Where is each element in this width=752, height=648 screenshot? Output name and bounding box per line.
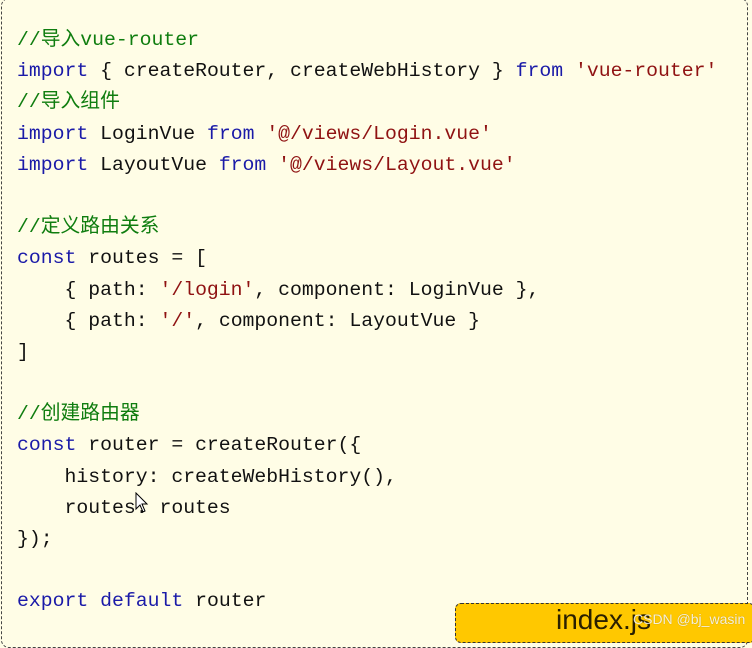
code-line: { path: '/login', component: LoginVue }, — [17, 275, 717, 306]
code-string: '@/views/Login.vue' — [266, 122, 492, 145]
code-keyword: export — [17, 590, 89, 613]
code-string: 'vue-router' — [574, 60, 718, 83]
code-string: '/login' — [159, 278, 255, 301]
code-keyword: default — [100, 590, 184, 613]
mouse-pointer-icon — [135, 492, 149, 513]
code-comment: //导入组件 — [17, 91, 120, 114]
code-keyword: const — [17, 434, 77, 457]
code-text: { path: — [17, 309, 160, 332]
code-line: const router = createRouter({ — [17, 430, 717, 461]
code-keyword: import — [17, 153, 89, 176]
code-keyword: from — [515, 60, 564, 83]
code-text: { createRouter, createWebHistory } — [88, 60, 516, 83]
code-line: import LayoutVue from '@/views/Layout.vu… — [17, 150, 717, 181]
code-text: router — [183, 590, 267, 613]
code-line: history: createWebHistory(), — [17, 462, 717, 493]
code-line: ] — [17, 337, 717, 368]
code-text: LayoutVue — [88, 153, 219, 176]
code-line: const routes = [ — [17, 243, 717, 274]
code-text: { path: — [17, 278, 160, 301]
code-line: //定义路由关系 — [17, 212, 717, 243]
code-text: ] — [17, 340, 29, 363]
code-text: router = createRouter({ — [76, 434, 362, 457]
code-string: '/' — [159, 309, 196, 332]
code-text: LoginVue — [88, 122, 207, 145]
code-comment: //创建路由器 — [17, 403, 140, 426]
code-keyword: import — [17, 122, 89, 145]
code-text: , component: LayoutVue } — [195, 309, 480, 332]
code-keyword: const — [17, 247, 77, 270]
code-text: routes: routes — [17, 496, 231, 519]
code-line: import LoginVue from '@/views/Login.vue' — [17, 119, 717, 150]
code-comment: //导入vue-router — [17, 29, 200, 51]
code-text: , component: LoginVue }, — [254, 278, 540, 301]
code-line: //导入组件 — [17, 87, 717, 118]
code-line: }); — [17, 524, 717, 555]
code-line: //创建路由器 — [17, 399, 717, 430]
code-line: //导入vue-router — [17, 25, 717, 56]
code-text: routes = [ — [76, 247, 207, 270]
code-line: { path: '/', component: LayoutVue } — [17, 306, 717, 337]
code-keyword: from — [218, 153, 267, 176]
code-block: //导入vue-router import { createRouter, cre… — [17, 25, 717, 618]
code-keyword: from — [206, 122, 255, 145]
code-line: import { createRouter, createWebHistory … — [17, 56, 717, 87]
code-text: history: createWebHistory(), — [17, 465, 397, 488]
code-comment: //定义路由关系 — [17, 216, 160, 239]
code-line: routes: routes — [17, 493, 717, 524]
code-text: }); — [17, 528, 53, 550]
code-keyword: import — [17, 60, 89, 83]
code-string: '@/views/Layout.vue' — [278, 153, 516, 176]
watermark: CSDN @bj_wasin — [633, 611, 746, 627]
